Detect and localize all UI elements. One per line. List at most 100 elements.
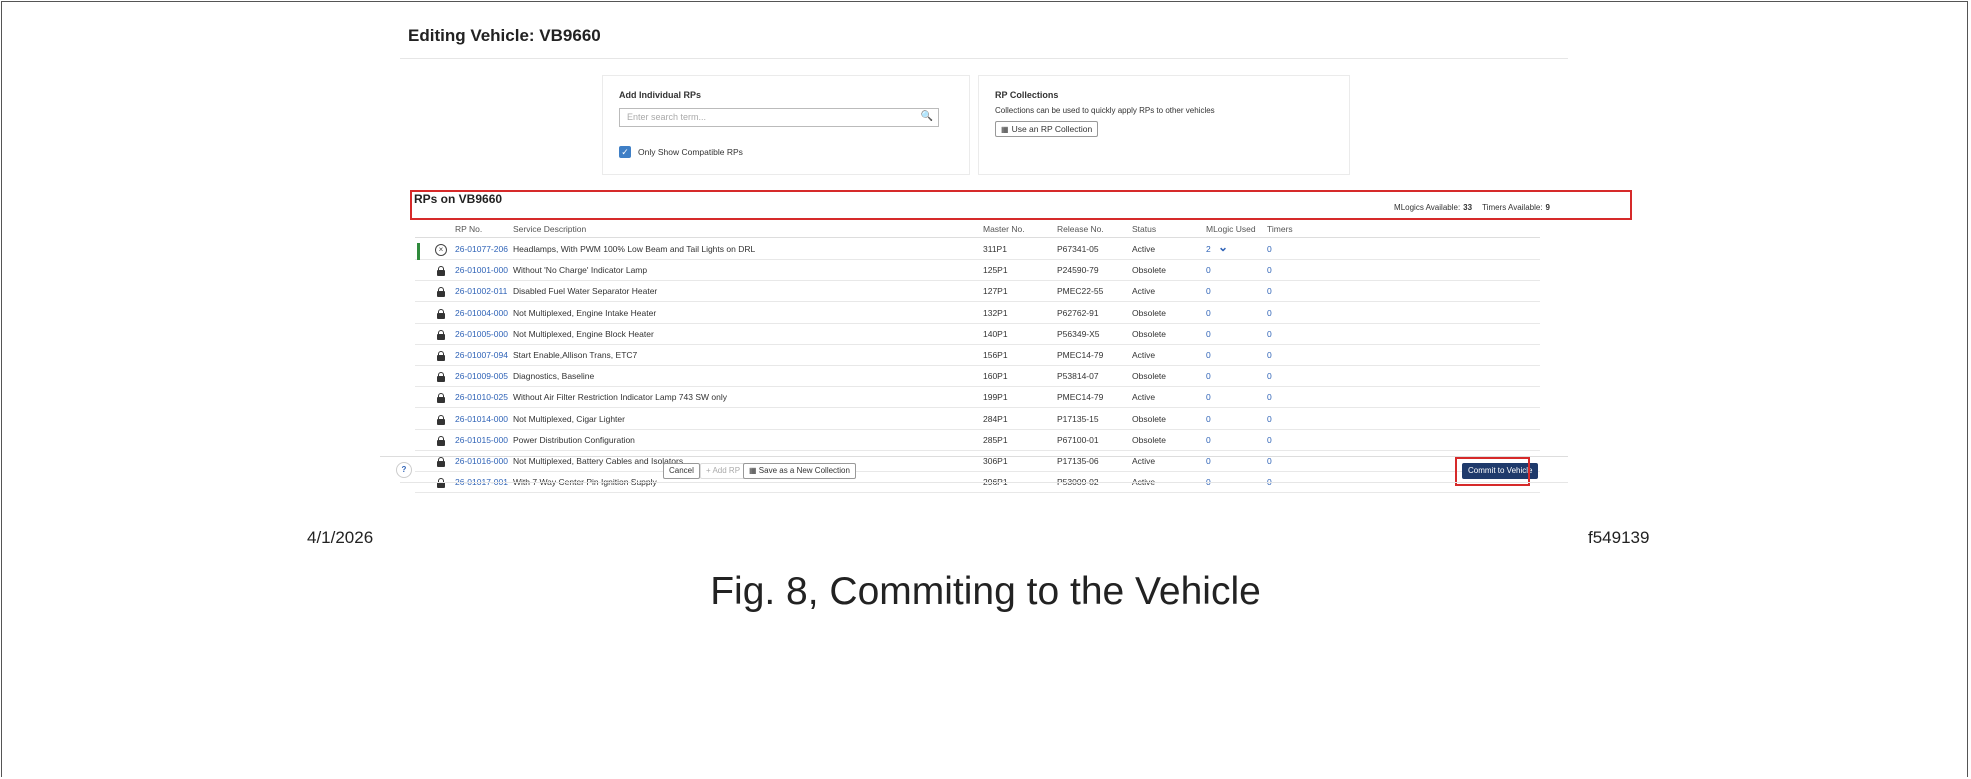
table-row[interactable]: 26-01014-000 Not Multiplexed, Cigar Light… [415,408,1540,430]
service-description: Without Air Filter Restriction Indicator… [513,392,727,403]
mlogic-used[interactable]: 0 [1206,392,1211,402]
divider [400,58,1568,59]
header-rp-no[interactable]: RP No. [455,224,482,234]
rp-number-link[interactable]: 26-01077-206 [455,244,508,254]
mlogic-used[interactable]: 2 [1206,244,1211,254]
rp-number-link[interactable]: 26-01007-094 [455,350,508,360]
table-row[interactable]: × 26-01077-206 Headlamps, With PWM 100% Lo… [415,238,1540,260]
lock-icon [437,308,445,319]
rp-number-link[interactable]: 26-01014-000 [455,414,508,424]
cancel-button[interactable]: Cancel [663,463,700,479]
mlogic-used[interactable]: 0 [1206,371,1211,381]
help-icon[interactable]: ? [396,462,412,478]
status-text: Obsolete [1132,328,1167,339]
mlogic-used[interactable]: 0 [1206,308,1211,318]
header-service-description[interactable]: Service Description [513,224,586,234]
service-description: Not Multiplexed, Battery Cables and Isol… [513,456,684,466]
rp-number-link[interactable]: 26-01001-000 [455,265,508,275]
divider [400,482,1568,483]
mlogic-used[interactable]: 0 [1206,435,1211,445]
master-number: 140P1 [983,328,1008,339]
mlogic-used[interactable]: 0 [1206,265,1211,275]
master-number: 132P1 [983,307,1008,318]
lock-icon [437,329,445,340]
release-number: PMEC14-79 [1057,350,1104,360]
header-release-no[interactable]: Release No. [1057,224,1104,234]
lock-icon [437,287,445,298]
table-row[interactable]: 26-01016-000 Not Multiplexed, Battery Cab… [415,450,1540,472]
rp-number-link[interactable]: 26-01016-000 [455,456,508,466]
remove-circle-icon[interactable]: × [435,244,447,256]
table-row[interactable]: 26-01002-011 Disabled Fuel Water Separato… [415,280,1540,303]
use-rp-collection-button[interactable]: ▦ Use an RP Collection [995,121,1099,137]
timers-count[interactable]: 0 [1267,308,1272,318]
timers-count[interactable]: 0 [1267,392,1272,402]
header-master-no[interactable]: Master No. [983,224,1025,234]
rp-number-link[interactable]: 26-01010-025 [455,392,508,402]
timers-count[interactable]: 0 [1267,371,1272,381]
service-description: Power Distribution Configuration [513,434,635,445]
rp-number-link[interactable]: 26-01004-000 [455,308,508,318]
timers-count[interactable]: 0 [1267,329,1272,339]
lock-icon [437,435,445,446]
figure-caption: Fig. 8, Commiting to the Vehicle [710,570,1261,613]
timers-count[interactable]: 0 [1267,435,1272,445]
timers-count[interactable]: 0 [1267,286,1272,296]
mlogic-used[interactable]: 0 [1206,350,1211,360]
release-number: P17135-15 [1057,413,1099,424]
rp-number-link[interactable]: 26-01005-000 [455,329,508,339]
chevron-down-icon[interactable]: ⌄ [1218,240,1228,254]
timers-count[interactable]: 0 [1267,350,1272,360]
service-description: Diagnostics, Baseline [513,371,595,382]
master-number: 199P1 [983,392,1008,403]
timers-count[interactable]: 0 [1267,265,1272,275]
grid-icon: ▦ [1001,125,1009,134]
table-row[interactable]: 26-01010-025 Without Air Filter Restricti… [415,386,1540,409]
search-input[interactable]: Enter search term... 🔍 [619,108,939,127]
table-row[interactable]: 26-01004-000 Not Multiplexed, Engine Inta… [415,302,1540,324]
status-text: Obsolete [1132,434,1167,445]
rp-number-link[interactable]: 26-01002-011 [455,286,507,296]
status-text: Active [1132,350,1156,360]
table-row[interactable]: 26-01015-000 Power Distribution Configura… [415,429,1540,451]
header-mlogic-used[interactable]: MLogic Used [1206,224,1256,234]
panel-title: Add Individual RPs [619,90,702,100]
rp-collections-panel: RP Collections Collections can be used t… [978,75,1350,175]
release-number: P53814-07 [1057,371,1099,382]
release-number: P67100-01 [1057,434,1099,445]
release-number: P17135-06 [1057,456,1099,466]
table-row[interactable]: 26-01007-094 Start Enable,Allison Trans, … [415,344,1540,366]
mlogic-used[interactable]: 0 [1206,456,1211,466]
mlogic-used[interactable]: 0 [1206,414,1211,424]
search-icon[interactable]: 🔍 [921,111,933,122]
add-individual-rps-panel: Add Individual RPs Enter search term... … [602,75,970,175]
button-label: Save as a New Collection [758,466,850,475]
rp-number-link[interactable]: 26-01009-005 [455,371,508,381]
document-date: 4/1/2026 [307,528,374,547]
status-text: Active [1132,286,1156,297]
header-timers[interactable]: Timers [1267,224,1293,234]
table-header: RP No. Service Description Master No. Re… [415,220,1540,238]
divider [380,456,1568,457]
timers-count[interactable]: 0 [1267,414,1272,424]
compatible-rps-checkbox[interactable]: ✓ [619,146,631,158]
mlogic-used[interactable]: 0 [1206,286,1211,296]
table-row[interactable]: 26-01001-000 Without 'No Charge' Indicato… [415,259,1540,282]
figure-id: f549139 [1588,528,1650,547]
add-rp-button[interactable]: + Add RP [700,463,747,479]
timers-count[interactable]: 0 [1267,244,1272,254]
table-row[interactable]: 26-01009-005 Diagnostics, Baseline 160P1 P5… [415,365,1540,388]
service-description: Without 'No Charge' Indicator Lamp [513,265,648,276]
table-row[interactable]: 26-01005-000 Not Multiplexed, Engine Bloc… [415,323,1540,345]
timers-count[interactable]: 0 [1267,456,1272,466]
lock-icon [437,414,445,425]
rp-number-link[interactable]: 26-01015-000 [455,435,508,445]
lock-icon [437,372,445,383]
lock-icon [437,393,445,404]
mlogic-used[interactable]: 0 [1206,329,1211,339]
save-collection-button[interactable]: ▦ Save as a New Collection [743,463,856,479]
selected-row-highlight [410,190,1632,220]
header-status[interactable]: Status [1132,224,1156,234]
panel-title: RP Collections [995,90,1059,100]
master-number: 160P1 [983,371,1008,382]
